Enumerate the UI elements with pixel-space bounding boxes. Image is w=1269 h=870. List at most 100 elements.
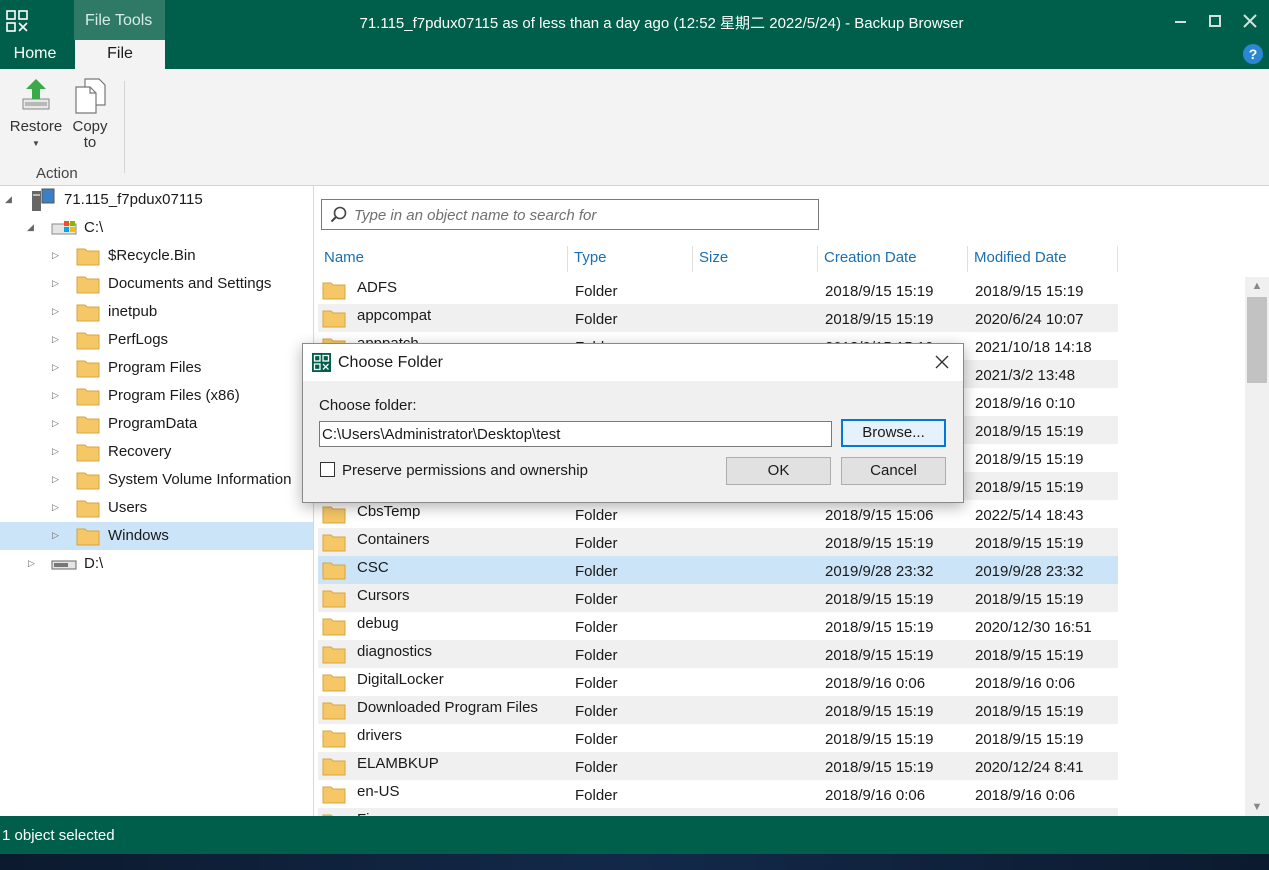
expand-icon[interactable]: ▷	[52, 250, 62, 260]
collapse-icon[interactable]: ◢	[5, 194, 15, 204]
close-icon[interactable]	[933, 353, 951, 371]
folder-icon	[322, 282, 346, 300]
expand-icon[interactable]: ▷	[52, 446, 62, 456]
tree-item-root[interactable]: ◢ 71.115_f7pdux07115	[0, 186, 313, 214]
cell-modified-date: 2021/3/2 13:48	[975, 367, 1076, 384]
table-row[interactable]: appcompat Folder 2018/9/15 15:19 2020/6/24 …	[318, 304, 1118, 332]
expand-icon[interactable]: ▷	[52, 306, 62, 316]
table-row[interactable]: DigitalLocker Folder 2018/9/16 0:06 2018/9/…	[318, 668, 1118, 696]
tree-item-drive-d[interactable]: ▷ D:\	[0, 550, 313, 578]
table-row[interactable]: Cursors Folder 2018/9/15 15:19 2018/9/15 15…	[318, 584, 1118, 612]
ok-button[interactable]: OK	[726, 457, 831, 485]
table-row[interactable]: ELAMBKUP Folder 2018/9/15 15:19 2020/12/24 …	[318, 752, 1118, 780]
status-text: 1 object selected	[2, 827, 115, 844]
column-creation-date[interactable]: Creation Date	[824, 249, 917, 266]
scroll-up-icon[interactable]: ▲	[1245, 277, 1269, 295]
folder-icon	[76, 276, 100, 294]
table-row[interactable]: Fi...	[318, 808, 1118, 816]
copy-label-to: to	[83, 134, 97, 151]
cell-name: Cursors	[357, 587, 410, 604]
tree-label: PerfLogs	[108, 331, 169, 348]
table-row[interactable]: CbsTemp Folder 2018/9/15 15:06 2022/5/14 18…	[318, 500, 1118, 528]
column-divider[interactable]	[692, 246, 693, 272]
tree-label: Recovery	[108, 443, 172, 460]
expand-icon[interactable]: ▷	[52, 334, 62, 344]
tree-item-system-volume-information[interactable]: ▷ System Volume Information	[0, 466, 313, 494]
close-button[interactable]	[1241, 12, 1259, 30]
table-row[interactable]: Containers Folder 2018/9/15 15:19 2018/9/15…	[318, 528, 1118, 556]
tree-item-documents-and-settings[interactable]: ▷ Documents and Settings	[0, 270, 313, 298]
table-row[interactable]: drivers Folder 2018/9/15 15:19 2018/9/15 15…	[318, 724, 1118, 752]
expand-icon[interactable]: ▷	[52, 278, 62, 288]
column-size[interactable]: Size	[699, 249, 728, 266]
tree-label: System Volume Information	[108, 471, 292, 488]
search-icon	[330, 206, 347, 223]
tree-item-program-files-x86[interactable]: ▷ Program Files (x86)	[0, 382, 313, 410]
expand-icon[interactable]: ▷	[52, 362, 62, 372]
search-input[interactable]	[354, 204, 804, 226]
cell-name: diagnostics	[357, 643, 433, 660]
tree-item-recovery[interactable]: ▷ Recovery	[0, 438, 313, 466]
tree-item-users[interactable]: ▷ Users	[0, 494, 313, 522]
table-row[interactable]: CSC Folder 2019/9/28 23:32 2019/9/28 23:32	[318, 556, 1118, 584]
expand-icon[interactable]: ▷	[28, 558, 38, 568]
preserve-permissions-label[interactable]: Preserve permissions and ownership	[342, 462, 588, 479]
folder-path-input[interactable]	[319, 421, 832, 447]
cell-type: Folder	[575, 675, 618, 692]
cell-creation-date: 2018/9/16 0:06	[825, 675, 926, 692]
search-box[interactable]	[321, 199, 819, 230]
table-row[interactable]: debug Folder 2018/9/15 15:19 2020/12/30 16:…	[318, 612, 1118, 640]
tree-item-inetpub[interactable]: ▷ inetpub	[0, 298, 313, 326]
tree-item-drive-c[interactable]: ◢ C:\	[0, 214, 313, 242]
minimize-button[interactable]	[1172, 12, 1190, 30]
table-row[interactable]: ADFS Folder 2018/9/15 15:19 2018/9/15 15:19	[318, 276, 1118, 304]
cell-name: Downloaded Program Files	[357, 699, 538, 716]
table-row[interactable]: en-US Folder 2018/9/16 0:06 2018/9/16 0:06	[318, 780, 1118, 808]
help-icon[interactable]: ?	[1243, 44, 1263, 64]
tab-home[interactable]: Home	[0, 40, 70, 69]
cancel-button[interactable]: Cancel	[841, 457, 946, 485]
cell-name: ADFS	[357, 279, 398, 296]
tree-item-windows[interactable]: ▷ Windows	[0, 522, 313, 550]
column-divider[interactable]	[1117, 246, 1118, 272]
column-modified-date[interactable]: Modified Date	[974, 249, 1067, 266]
status-bar: 1 object selected	[0, 816, 1269, 854]
expand-icon[interactable]: ▷	[52, 390, 62, 400]
expand-icon[interactable]: ▷	[52, 530, 62, 540]
tree-item-perflogs[interactable]: ▷ PerfLogs	[0, 326, 313, 354]
tree-item-recycle-bin[interactable]: ▷ $Recycle.Bin	[0, 242, 313, 270]
table-row[interactable]: Downloaded Program Files Folder 2018/9/15 …	[318, 696, 1118, 724]
drive-icon	[51, 221, 77, 235]
column-divider[interactable]	[567, 246, 568, 272]
collapse-icon[interactable]: ◢	[27, 222, 37, 232]
browse-button[interactable]: Browse...	[841, 419, 946, 447]
table-row[interactable]: diagnostics Folder 2018/9/15 15:19 2018/9/1…	[318, 640, 1118, 668]
column-divider[interactable]	[817, 246, 818, 272]
tab-file[interactable]: File	[75, 40, 165, 70]
cell-name: ELAMBKUP	[357, 755, 439, 772]
vertical-scrollbar[interactable]: ▲ ▼	[1245, 277, 1269, 816]
cell-type: Folder	[575, 507, 618, 524]
tree-label: D:\	[84, 555, 104, 572]
preserve-permissions-checkbox[interactable]	[320, 462, 335, 477]
restore-button[interactable]: Restore ▼	[6, 77, 66, 152]
expand-icon[interactable]: ▷	[52, 418, 62, 428]
tree-item-programdata[interactable]: ▷ ProgramData	[0, 410, 313, 438]
column-divider[interactable]	[967, 246, 968, 272]
dialog-title-bar: Choose Folder	[303, 344, 963, 381]
column-name[interactable]: Name	[324, 249, 364, 266]
folder-icon	[322, 310, 346, 328]
expand-icon[interactable]: ▷	[52, 474, 62, 484]
cell-creation-date: 2018/9/15 15:19	[825, 591, 934, 608]
cell-modified-date: 2020/12/30 16:51	[975, 619, 1092, 636]
column-type[interactable]: Type	[574, 249, 607, 266]
tree-item-program-files[interactable]: ▷ Program Files	[0, 354, 313, 382]
choose-folder-label: Choose folder:	[319, 397, 417, 414]
expand-icon[interactable]: ▷	[52, 502, 62, 512]
cell-type: Folder	[575, 787, 618, 804]
copy-to-button[interactable]: Copy to	[68, 77, 112, 151]
scroll-thumb[interactable]	[1247, 297, 1267, 383]
scroll-down-icon[interactable]: ▼	[1245, 798, 1269, 816]
folder-icon	[76, 500, 100, 518]
maximize-button[interactable]	[1206, 12, 1224, 30]
